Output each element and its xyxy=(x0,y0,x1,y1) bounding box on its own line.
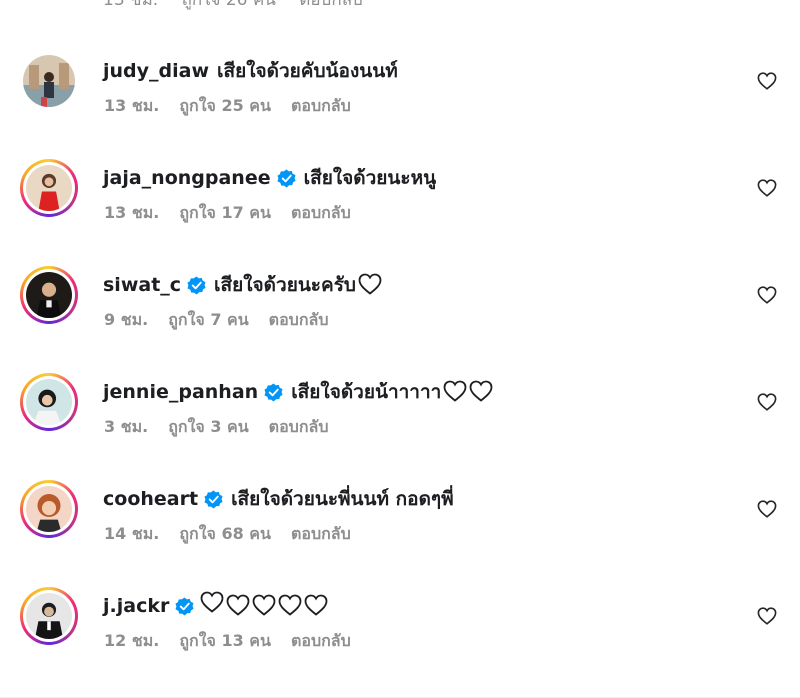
username[interactable]: jennie_panhan xyxy=(103,378,258,406)
avatar-image xyxy=(26,272,72,318)
comment-likes[interactable]: ถูกใจ 26 คน xyxy=(182,0,276,10)
comment-likes[interactable]: ถูกใจ 68 คน xyxy=(179,522,271,547)
reply-button[interactable]: ตอบกลับ xyxy=(291,94,351,119)
avatar[interactable] xyxy=(20,266,78,324)
comment-line: j.jackr xyxy=(103,591,328,621)
comment-text: เสียใจด้วยนะหนู xyxy=(303,167,437,189)
like-heart-icon[interactable] xyxy=(756,498,778,520)
heart-emoji-icon xyxy=(443,380,467,404)
comment-item: j.jackr 12 ชม. ถูกใจ 13 คน ตอบกลับ xyxy=(0,587,800,682)
avatar[interactable] xyxy=(20,159,78,217)
previous-comment-meta: 13 ชม. ถูกใจ 26 คน ตอบกลับ xyxy=(103,0,381,10)
comment-line: jaja_nongpanee เสียใจด้วยนะหนู xyxy=(103,164,436,192)
comment-time: 13 ชม. xyxy=(103,0,159,10)
comment-likes[interactable]: ถูกใจ 3 คน xyxy=(168,415,248,440)
comment-text: เสียใจด้วยนะครับ xyxy=(214,274,356,296)
comment-meta: 9 ชม. ถูกใจ 7 คน ตอบกลับ xyxy=(104,308,328,333)
comment-item: siwat_c เสียใจด้วยนะครับ 9 ชม. ถูกใจ 7 ค… xyxy=(0,266,800,361)
reply-button[interactable]: ตอบกลับ xyxy=(291,201,351,226)
like-heart-icon[interactable] xyxy=(756,605,778,627)
comment-likes[interactable]: ถูกใจ 7 คน xyxy=(168,308,248,333)
comment-time: 14 ชม. xyxy=(104,524,160,543)
username[interactable]: judy_diaw xyxy=(103,57,209,85)
avatar[interactable] xyxy=(20,373,78,431)
comment-meta: 13 ชม. ถูกใจ 17 คน ตอบกลับ xyxy=(104,201,351,226)
like-heart-icon[interactable] xyxy=(756,177,778,199)
heart-emoji-icon xyxy=(200,591,224,621)
username[interactable]: cooheart xyxy=(103,485,198,513)
comment-item: jaja_nongpanee เสียใจด้วยนะหนู 13 ชม. ถู… xyxy=(0,159,800,254)
comment-text: เสียใจด้วยคับน้องนนท์ xyxy=(217,60,398,82)
comment-line: cooheart เสียใจด้วยนะพี่นนท์ กอดๆพี่ xyxy=(103,485,454,513)
comment-meta: 3 ชม. ถูกใจ 3 คน ตอบกลับ xyxy=(104,415,328,440)
like-heart-icon[interactable] xyxy=(756,70,778,92)
avatar[interactable] xyxy=(20,587,78,645)
avatar[interactable] xyxy=(20,52,78,110)
username[interactable]: jaja_nongpanee xyxy=(103,164,271,192)
like-heart-icon[interactable] xyxy=(756,284,778,306)
avatar-image xyxy=(26,593,72,639)
like-heart-icon[interactable] xyxy=(756,391,778,413)
verified-badge-icon xyxy=(175,596,194,616)
avatar-image xyxy=(26,165,72,211)
comment-text: เสียใจด้วยน้าาาาา xyxy=(291,381,442,403)
comment-time: 13 ชม. xyxy=(104,96,160,115)
heart-emoji-icon xyxy=(304,594,328,618)
comment-likes[interactable]: ถูกใจ 25 คน xyxy=(179,94,271,119)
username[interactable]: siwat_c xyxy=(103,271,181,299)
comment-time: 12 ชม. xyxy=(104,631,160,650)
verified-badge-icon xyxy=(187,275,206,295)
comment-item: judy_diaw เสียใจด้วยคับน้องนนท์ 13 ชม. ถ… xyxy=(0,55,800,147)
reply-button[interactable]: ตอบกลับ xyxy=(269,415,329,440)
comment-item: jennie_panhan เสียใจด้วยน้าาาาา 3 ชม. ถู… xyxy=(0,373,800,468)
heart-emoji-icon xyxy=(469,380,493,404)
comment-likes[interactable]: ถูกใจ 13 คน xyxy=(179,629,271,654)
comment-meta: 12 ชม. ถูกใจ 13 คน ตอบกลับ xyxy=(104,629,351,654)
verified-badge-icon xyxy=(277,168,296,188)
comment-line: judy_diaw เสียใจด้วยคับน้องนนท์ xyxy=(103,57,398,85)
comment-text: เสียใจด้วยนะพี่นนท์ กอดๆพี่ xyxy=(231,488,454,510)
avatar-image xyxy=(26,379,72,425)
reply-button[interactable]: ตอบกลับ xyxy=(291,629,351,654)
comment-likes[interactable]: ถูกใจ 17 คน xyxy=(179,201,271,226)
heart-emoji-icon xyxy=(278,594,302,618)
heart-emoji-icon xyxy=(226,594,250,618)
comment-meta: 13 ชม. ถูกใจ 25 คน ตอบกลับ xyxy=(104,94,351,119)
comment-time: 13 ชม. xyxy=(104,203,160,222)
comment-meta: 14 ชม. ถูกใจ 68 คน ตอบกลับ xyxy=(104,522,351,547)
avatar[interactable] xyxy=(20,480,78,538)
reply-button[interactable]: ตอบกลับ xyxy=(299,0,363,10)
comment-line: siwat_c เสียใจด้วยนะครับ xyxy=(103,271,382,299)
heart-emoji-icon xyxy=(252,594,276,618)
heart-emoji-icon xyxy=(358,273,382,297)
comment-time: 9 ชม. xyxy=(104,310,149,329)
reply-button[interactable]: ตอบกลับ xyxy=(269,308,329,333)
verified-badge-icon xyxy=(204,489,223,509)
avatar-image xyxy=(23,55,75,107)
comment-time: 3 ชม. xyxy=(104,417,149,436)
avatar-image xyxy=(26,486,72,532)
comment-line: jennie_panhan เสียใจด้วยน้าาาาา xyxy=(103,378,493,406)
reply-button[interactable]: ตอบกลับ xyxy=(291,522,351,547)
username[interactable]: j.jackr xyxy=(103,592,169,620)
verified-badge-icon xyxy=(264,382,283,402)
comment-item: cooheart เสียใจด้วยนะพี่นนท์ กอดๆพี่ 14 … xyxy=(0,480,800,575)
